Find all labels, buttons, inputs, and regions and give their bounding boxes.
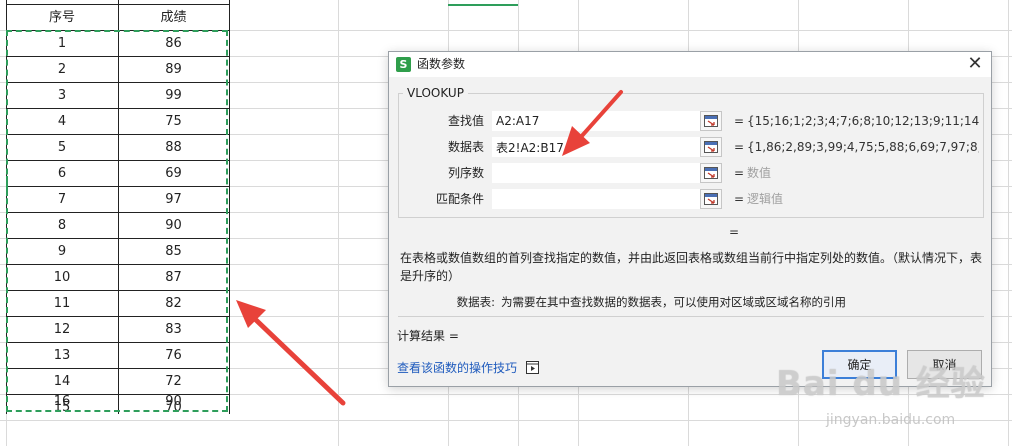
red-arrow-to-table-icon (562, 90, 623, 156)
red-arrow-to-selection-icon (236, 300, 346, 406)
annotation-overlay (236, 90, 623, 406)
